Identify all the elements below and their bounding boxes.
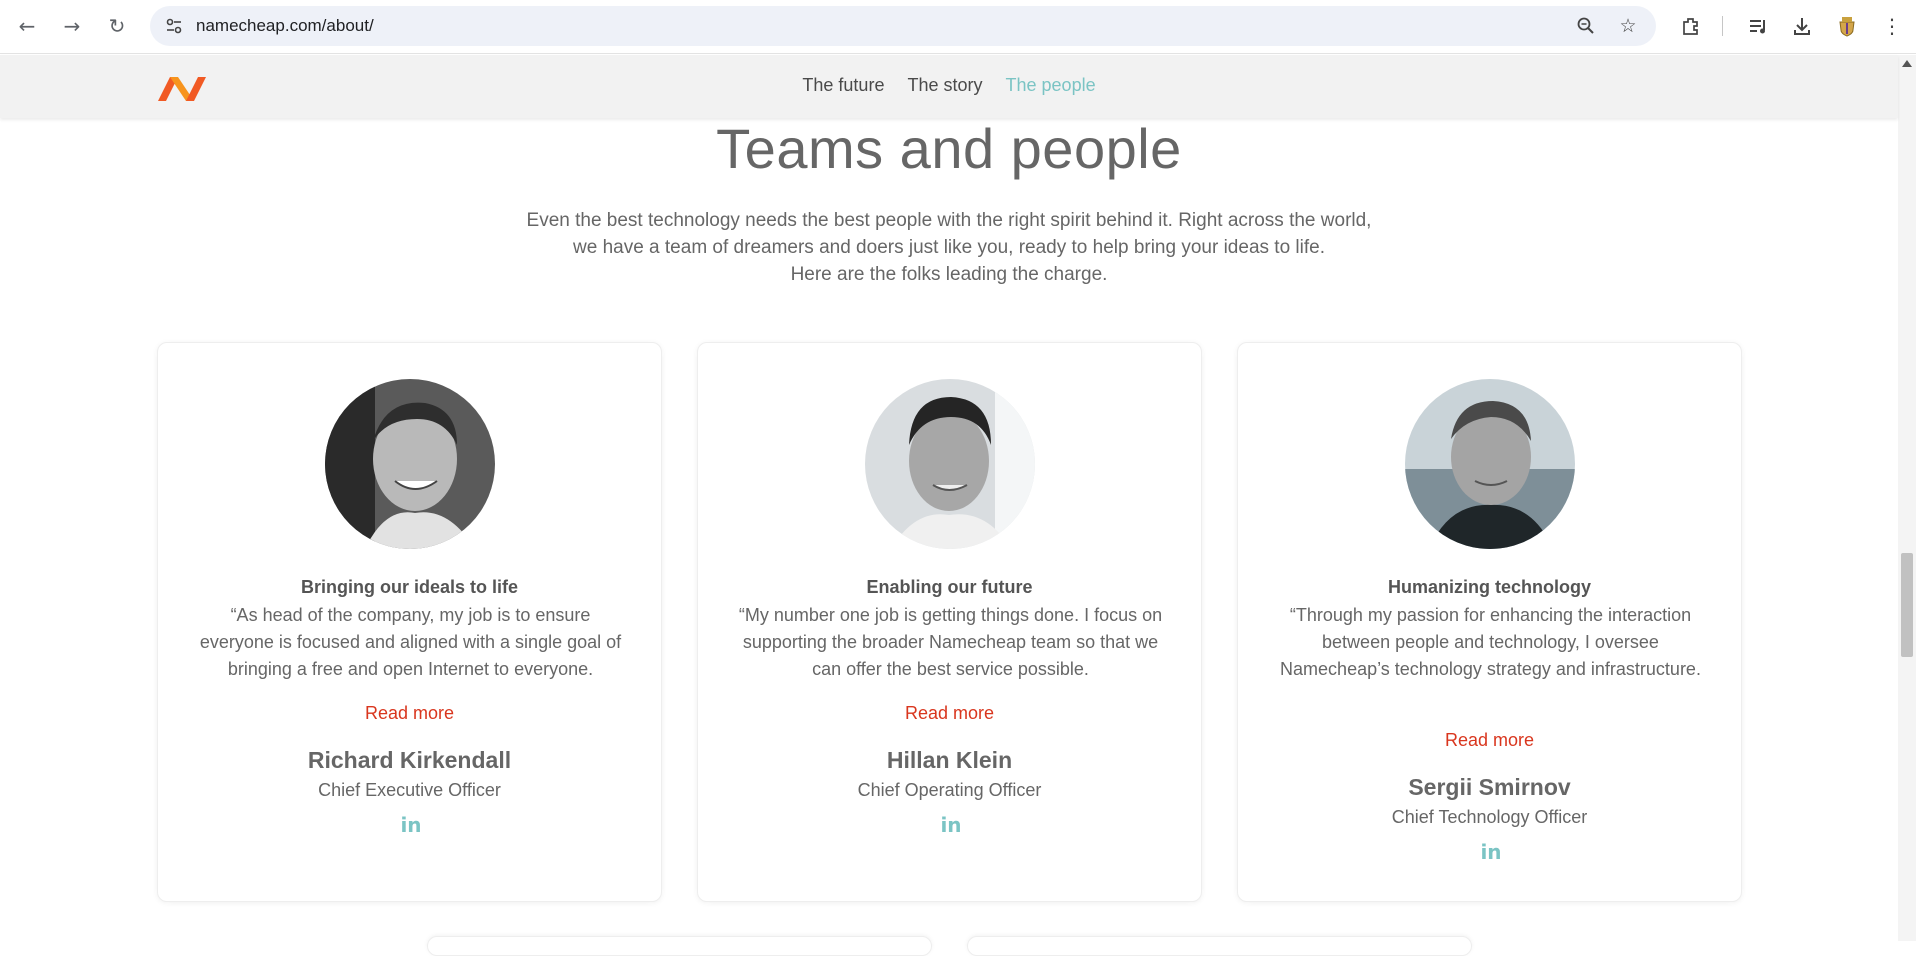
intro-line: Even the best technology needs the best … xyxy=(526,210,1372,231)
linkedin-icon[interactable]: in xyxy=(398,813,424,837)
scrollbar-thumb[interactable] xyxy=(1901,553,1913,657)
read-more-link[interactable]: Read more xyxy=(698,703,1201,724)
card-quote: “As head of the company, my job is to en… xyxy=(199,605,622,679)
person-card: Enabling our future “My number one job i… xyxy=(697,342,1202,902)
card-quote: “Through my passion for enhancing the in… xyxy=(1280,605,1701,679)
intro-paragraph: Even the best technology needs the best … xyxy=(449,207,1449,288)
linkedin-icon[interactable]: in xyxy=(1478,840,1504,864)
avatar xyxy=(865,379,1035,549)
browser-toolbar: ← → ↻ namecheap.com/about/ ☆ ⋮ xyxy=(0,0,1916,54)
avatar xyxy=(325,379,495,549)
person-card-partial xyxy=(427,936,932,956)
download-icon[interactable] xyxy=(1788,12,1816,40)
nav-the-story[interactable]: The story xyxy=(907,75,982,96)
page-title: Teams and people xyxy=(716,117,1182,180)
card-quote: “My number one job is getting things don… xyxy=(738,605,1163,679)
browser-menu-icon[interactable]: ⋮ xyxy=(1878,12,1906,40)
address-bar[interactable]: namecheap.com/about/ ☆ xyxy=(150,6,1656,46)
person-card-partial xyxy=(967,936,1472,956)
person-role: Chief Technology Officer xyxy=(1391,807,1588,827)
scroll-up-arrow-icon[interactable] xyxy=(1902,60,1912,67)
intro-line: Here are the folks leading the charge. xyxy=(790,264,1108,285)
extensions-icon[interactable] xyxy=(1677,12,1705,40)
nav-the-people[interactable]: The people xyxy=(1006,75,1096,96)
profile-avatar-icon[interactable] xyxy=(1833,12,1861,40)
card-heading: Humanizing technology xyxy=(1387,577,1591,597)
site-info-icon[interactable] xyxy=(164,16,184,36)
read-more-link[interactable]: Read more xyxy=(1238,730,1741,751)
person-card: Bringing our ideals to life “As head of … xyxy=(157,342,662,902)
person-name: Sergii Smirnov xyxy=(1408,774,1571,800)
person-name: Hillan Klein xyxy=(886,747,1013,773)
avatar xyxy=(1405,379,1575,549)
person-name: Richard Kirkendall xyxy=(307,747,512,773)
url-text[interactable]: namecheap.com/about/ xyxy=(196,16,374,36)
page-scrollbar[interactable] xyxy=(1898,55,1916,941)
site-header: The future The story The people xyxy=(0,55,1898,118)
forward-icon[interactable]: → xyxy=(58,12,86,40)
person-role: Chief Executive Officer xyxy=(318,780,501,800)
read-more-link[interactable]: Read more xyxy=(158,703,661,724)
bookmark-star-icon[interactable]: ☆ xyxy=(1616,14,1640,38)
person-card: Humanizing technology “Through my passio… xyxy=(1237,342,1742,902)
site-nav: The future The story The people xyxy=(0,75,1898,96)
reload-icon[interactable]: ↻ xyxy=(103,12,131,40)
toolbar-divider xyxy=(1722,16,1723,36)
nav-the-future[interactable]: The future xyxy=(802,75,884,96)
media-controls-icon[interactable] xyxy=(1744,12,1772,40)
card-heading: Bringing our ideals to life xyxy=(300,577,518,597)
back-icon[interactable]: ← xyxy=(13,12,41,40)
card-heading: Enabling our future xyxy=(866,577,1033,597)
linkedin-icon[interactable]: in xyxy=(938,813,964,837)
person-role: Chief Operating Officer xyxy=(857,780,1042,800)
intro-line: we have a team of dreamers and doers jus… xyxy=(573,237,1325,258)
zoom-icon[interactable] xyxy=(1574,14,1598,38)
